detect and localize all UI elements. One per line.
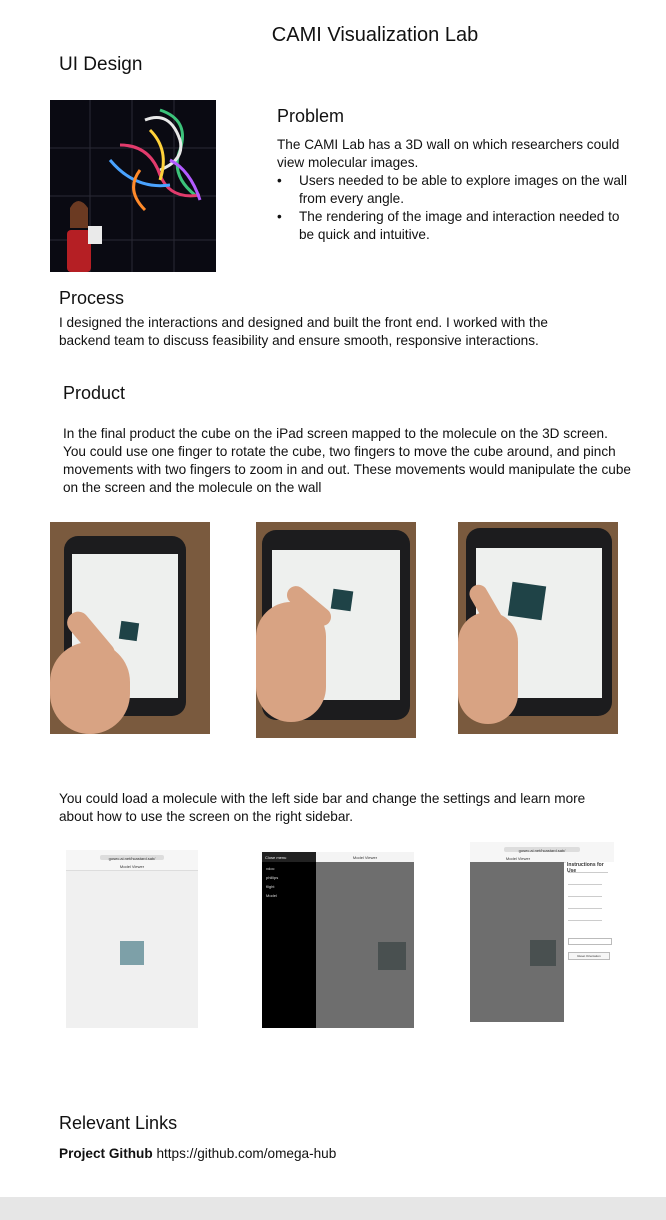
right-sidebar: Instructions for Use Reset Orientation: [566, 862, 614, 1022]
hero-photo: [50, 100, 216, 272]
cube: [530, 940, 556, 966]
menu-item[interactable]: Model: [266, 893, 277, 898]
ipad-rotate-photo: [50, 522, 210, 734]
links-heading: Relevant Links: [59, 1113, 178, 1133]
model-viewer-title: Model Viewer: [505, 856, 531, 861]
menu-item[interactable]: flight: [266, 884, 274, 889]
menu-item[interactable]: vdoc: [266, 866, 274, 871]
screenshot-instructions: gosec.ai.net/hcastard.sab/ Model Viewer …: [470, 842, 614, 1022]
process-text: I designed the interactions and designed…: [59, 315, 548, 348]
url-text: gosec.ai.net/hcastard.sab/: [518, 848, 566, 853]
project-link[interactable]: Project Github https://github.com/omega-…: [59, 1146, 336, 1161]
left-sidebar: Close menu vdoc phillips flight Model: [262, 852, 316, 1028]
product-text: In the final product the cube on the iPa…: [63, 426, 631, 495]
reset-orientation-button[interactable]: Reset Orientation: [568, 952, 610, 960]
cube: [120, 941, 144, 965]
problem-bullet: Users needed to be able to explore image…: [277, 172, 627, 208]
problem-heading: Problem: [277, 106, 345, 126]
screenshot-default-view: gosec.ai.net/hcastard.sab/ Model Viewer: [66, 850, 198, 1028]
section-subtitle: UI Design: [59, 54, 143, 75]
model-viewer-title: Model Viewer: [119, 864, 145, 869]
page-title: CAMI Visualization Lab: [271, 24, 479, 46]
model-viewer-title: Model Viewer: [352, 855, 378, 860]
footer-bar: [0, 1197, 666, 1220]
sensitivity-slider[interactable]: [568, 938, 612, 945]
project-link-url[interactable]: https://github.com/omega-hub: [156, 1146, 336, 1161]
sidebar-explanation: You could load a molecule with the left …: [59, 791, 586, 824]
ipad-move-photo: [256, 522, 416, 738]
problem-body: The CAMI Lab has a 3D wall on which rese…: [277, 136, 627, 244]
project-link-label: Project Github: [59, 1146, 153, 1161]
close-menu-label[interactable]: Close menu: [265, 855, 286, 860]
hero-photo-illustration: [50, 100, 216, 272]
ipad-zoom-photo: [458, 522, 618, 734]
url-text: gosec.ai.net/hcastard.sab/: [108, 856, 156, 861]
problem-bullet-list: Users needed to be able to explore image…: [277, 172, 627, 244]
product-heading: Product: [63, 383, 126, 403]
problem-bullet: The rendering of the image and interacti…: [277, 208, 627, 244]
menu-item[interactable]: phillips: [266, 875, 278, 880]
screenshot-left-menu: Close menu vdoc phillips flight Model Mo…: [262, 852, 414, 1028]
problem-intro: The CAMI Lab has a 3D wall on which rese…: [277, 137, 620, 170]
cube: [378, 942, 406, 970]
process-heading: Process: [59, 288, 125, 308]
